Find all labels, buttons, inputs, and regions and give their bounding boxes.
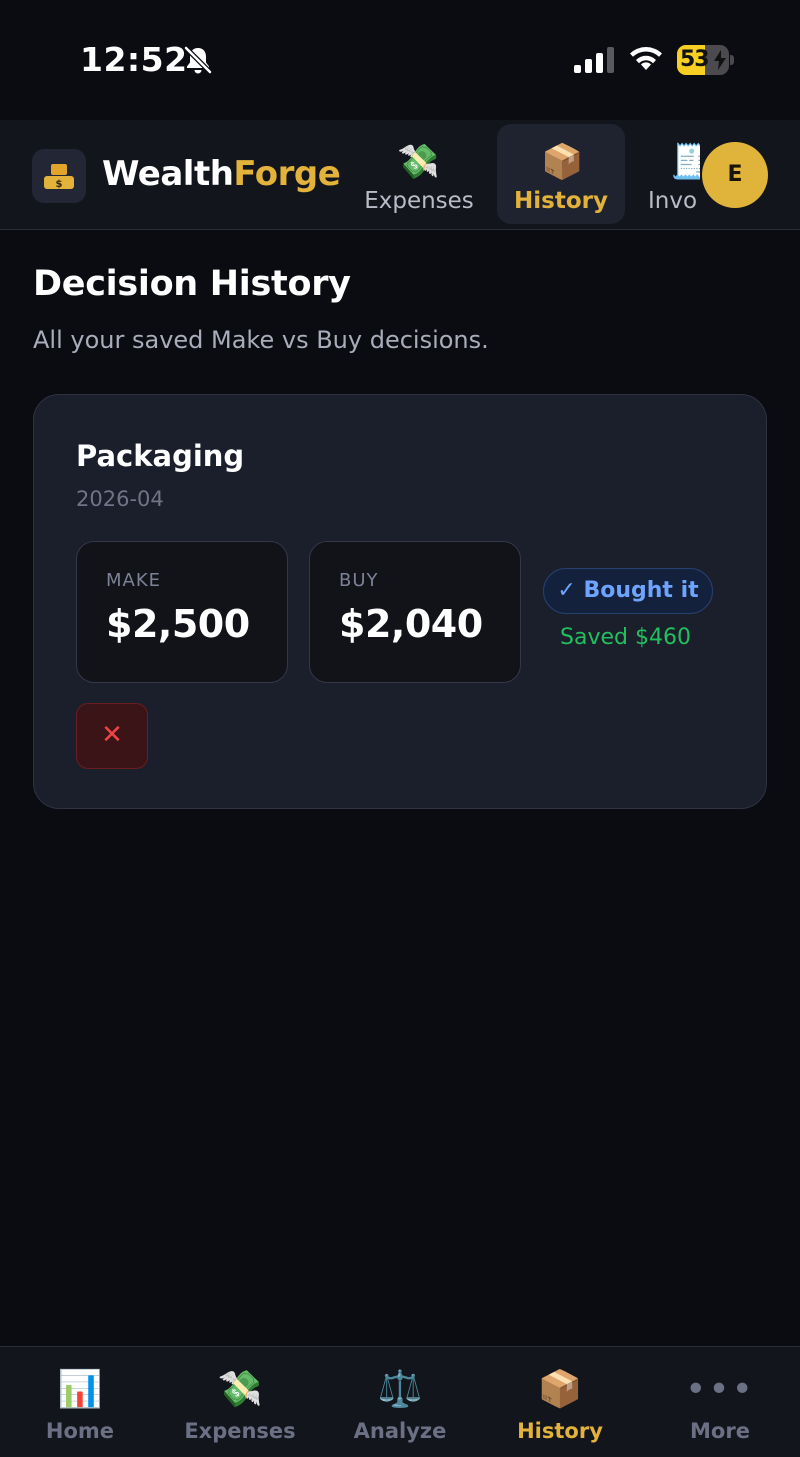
receipt-icon: 🧾 (670, 142, 700, 182)
svg-text:$: $ (56, 179, 63, 190)
bottom-nav-analyze-label: Analyze (353, 1419, 447, 1443)
tab-invoices[interactable]: 🧾 Invo (640, 124, 700, 224)
tab-invoices-label: Invo (648, 188, 698, 214)
savings-text: Saved $460 (560, 625, 691, 650)
decision-date: 2026-04 (76, 487, 164, 511)
bottom-nav-expenses[interactable]: 💸 Expenses (160, 1347, 320, 1457)
tab-expenses-label: Expenses (364, 188, 474, 214)
package-icon: 📦 (537, 1369, 583, 1410)
package-icon: 📦 (541, 142, 584, 182)
bell-slash-icon (184, 46, 212, 74)
wifi-icon (630, 47, 662, 70)
bottom-nav-history[interactable]: 📦 History (480, 1347, 640, 1457)
charging-bolt-icon (714, 50, 726, 70)
money-with-wings-icon: 💸 (217, 1369, 263, 1410)
bottom-nav-analyze[interactable]: ⚖️ Analyze (320, 1347, 480, 1457)
brand-name-part1: Wealth (102, 154, 234, 194)
bottom-nav-home[interactable]: 📊 Home (0, 1347, 160, 1457)
battery-charging-icon: 53 (677, 45, 735, 75)
bottom-nav-expenses-label: Expenses (184, 1419, 296, 1443)
delete-decision-button[interactable]: ✕ (76, 703, 148, 769)
balance-scale-icon: ⚖️ (377, 1369, 423, 1410)
app-logo[interactable]: $ (32, 149, 86, 203)
decision-status-badge: ✓ Bought it (543, 568, 713, 614)
decision-card: Packaging 2026-04 MAKE $2,500 BUY $2,040… (33, 394, 767, 809)
bottom-navigation-bar: 📊 Home 💸 Expenses ⚖️ Analyze 📦 History •… (0, 1346, 800, 1457)
status-time: 12:52 (80, 40, 188, 79)
gold-bars-icon: $ (44, 164, 74, 190)
bar-chart-icon: 📊 (57, 1369, 103, 1410)
page-subtitle: All your saved Make vs Buy decisions. (33, 326, 489, 354)
money-with-wings-icon: 💸 (397, 142, 440, 182)
make-label: MAKE (106, 570, 162, 591)
page-title: Decision History (33, 264, 351, 304)
battery-percent: 53 (680, 47, 710, 72)
buy-cost-box: BUY $2,040 (309, 541, 521, 683)
brand-name-part2: Forge (233, 154, 341, 194)
bottom-nav-more-label: More (690, 1419, 750, 1443)
make-value: $2,500 (106, 602, 250, 646)
buy-label: BUY (339, 570, 379, 591)
tab-history[interactable]: 📦 History (497, 124, 625, 224)
bottom-nav-home-label: Home (45, 1419, 115, 1443)
more-dots-icon: ••• (685, 1369, 755, 1410)
tab-history-label: History (514, 188, 608, 214)
bottom-nav-more[interactable]: ••• More (640, 1347, 800, 1457)
buy-value: $2,040 (339, 602, 483, 646)
make-cost-box: MAKE $2,500 (76, 541, 288, 683)
user-avatar[interactable]: E (702, 142, 768, 208)
tab-expenses[interactable]: 💸 Expenses (355, 124, 483, 224)
top-navigation-bar: $ WealthForge 💸 Expenses 📦 History 🧾 Inv… (0, 120, 800, 230)
decision-name: Packaging (76, 439, 245, 473)
close-icon: ✕ (101, 720, 123, 750)
brand-name: WealthForge (102, 154, 341, 194)
status-bar: 12:52 53 (0, 0, 800, 120)
bottom-nav-history-label: History (517, 1419, 603, 1443)
cellular-signal-icon (574, 47, 614, 73)
